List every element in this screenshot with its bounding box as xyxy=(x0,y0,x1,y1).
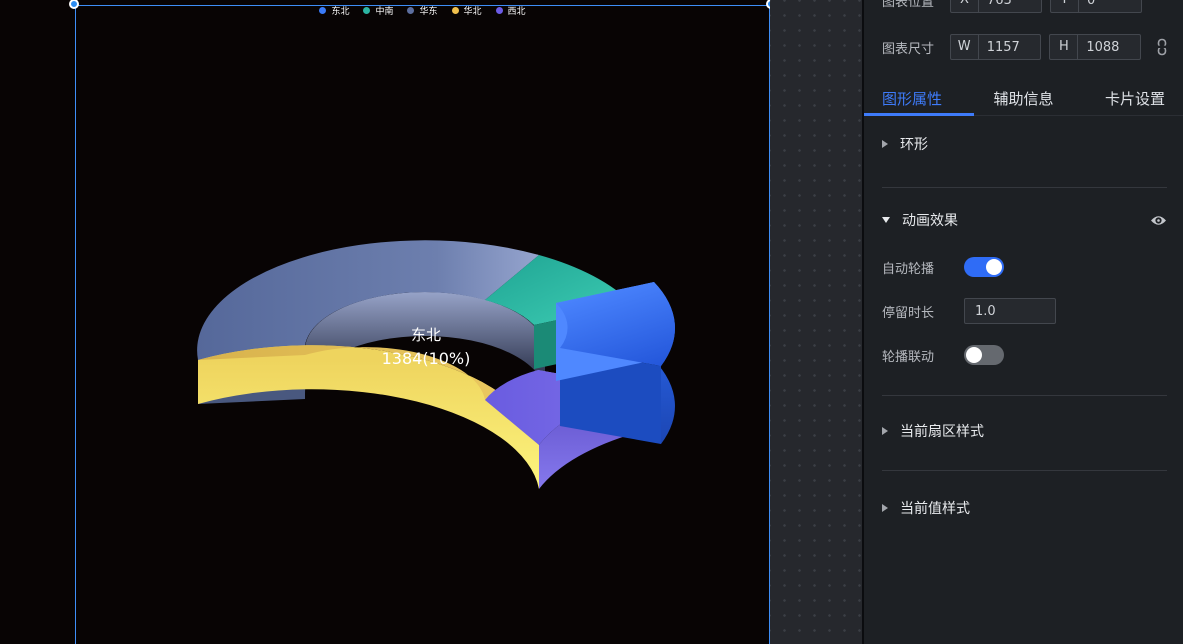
divider xyxy=(882,470,1167,471)
workspace-background xyxy=(770,0,862,644)
section-current-sector-label: 当前扇区样式 xyxy=(900,421,984,441)
size-h-box: H xyxy=(1049,34,1141,60)
legend-dot-icon xyxy=(363,7,370,14)
chevron-down-icon xyxy=(882,217,890,223)
divider xyxy=(882,187,1167,188)
position-x-tag: X xyxy=(951,0,979,12)
size-h-tag: H xyxy=(1050,35,1078,59)
chevron-right-icon xyxy=(882,504,888,512)
auto-carousel-field: 自动轮播 xyxy=(864,253,1183,281)
legend-label: 中南 xyxy=(375,4,393,17)
section-current-sector-style[interactable]: 当前扇区样式 xyxy=(864,417,1183,445)
carousel-link-field: 轮播联动 xyxy=(864,341,1183,369)
chart-size-row: 图表尺寸 W H xyxy=(864,34,1183,60)
tab-graphic-properties[interactable]: 图形属性 xyxy=(882,88,942,109)
chevron-right-icon xyxy=(882,427,888,435)
legend-item-xibei[interactable]: 西北 xyxy=(496,4,526,17)
dwell-time-field: 停留时长 xyxy=(864,297,1183,325)
legend-dot-icon xyxy=(496,7,503,14)
chart-legend: 东北 中南 华东 华北 西北 xyxy=(75,4,770,17)
properties-panel: 图表位置 X Y 图表尺寸 W H xyxy=(862,0,1183,644)
legend-item-huabei[interactable]: 华北 xyxy=(452,4,482,17)
legend-item-zhongnan[interactable]: 中南 xyxy=(363,4,393,17)
dashboard-canvas[interactable]: 东北 1384(10%) 东北 中南 华东 华北 xyxy=(0,0,770,644)
legend-label: 华东 xyxy=(419,4,437,17)
size-w-tag: W xyxy=(951,35,979,59)
section-current-value-style[interactable]: 当前值样式 xyxy=(864,494,1183,522)
legend-label: 西北 xyxy=(508,4,526,17)
toggle-knob xyxy=(986,259,1002,275)
legend-dot-icon xyxy=(407,7,414,14)
legend-item-huadong[interactable]: 华东 xyxy=(407,4,437,17)
carousel-link-toggle[interactable] xyxy=(964,345,1004,365)
section-ring-label: 环形 xyxy=(900,134,928,154)
auto-carousel-label: 自动轮播 xyxy=(882,258,964,277)
legend-label: 华北 xyxy=(464,4,482,17)
dwell-time-label: 停留时长 xyxy=(882,302,964,321)
widget-selection-box[interactable] xyxy=(75,5,770,644)
dwell-time-input[interactable] xyxy=(964,298,1056,324)
position-y-box: Y xyxy=(1050,0,1142,13)
section-animation[interactable]: 动画效果 xyxy=(864,206,1183,234)
position-y-input[interactable] xyxy=(1079,0,1139,8)
panel-tab-bar: 图形属性 辅助信息 卡片设置 xyxy=(864,81,1183,116)
tab-auxiliary-info[interactable]: 辅助信息 xyxy=(993,88,1053,109)
chart-size-label: 图表尺寸 xyxy=(882,38,950,57)
section-current-value-label: 当前值样式 xyxy=(900,498,970,518)
chart-position-label: 图表位置 xyxy=(882,0,950,10)
eye-visibility-icon[interactable] xyxy=(1150,214,1167,227)
divider xyxy=(882,395,1167,396)
active-tab-underline xyxy=(864,113,974,116)
legend-item-dongbei[interactable]: 东北 xyxy=(319,4,349,17)
legend-dot-icon xyxy=(319,7,326,14)
position-x-box: X xyxy=(950,0,1042,13)
size-w-input[interactable] xyxy=(979,40,1039,55)
position-x-input[interactable] xyxy=(979,0,1039,8)
tab-card-settings[interactable]: 卡片设置 xyxy=(1105,88,1165,109)
size-h-input[interactable] xyxy=(1078,40,1138,55)
section-animation-label: 动画效果 xyxy=(902,210,958,230)
position-y-tag: Y xyxy=(1051,0,1079,12)
legend-dot-icon xyxy=(452,7,459,14)
auto-carousel-toggle[interactable] xyxy=(964,257,1004,277)
aspect-ratio-link-icon[interactable] xyxy=(1155,38,1169,56)
chevron-right-icon xyxy=(882,140,888,148)
legend-label: 东北 xyxy=(331,4,349,17)
chart-position-row: 图表位置 X Y xyxy=(864,0,1183,13)
section-ring[interactable]: 环形 xyxy=(864,130,1183,158)
carousel-link-label: 轮播联动 xyxy=(882,346,964,365)
size-w-box: W xyxy=(950,34,1042,60)
editor-stage: 东北 1384(10%) 东北 中南 华东 华北 xyxy=(0,0,1183,644)
toggle-knob xyxy=(966,347,982,363)
